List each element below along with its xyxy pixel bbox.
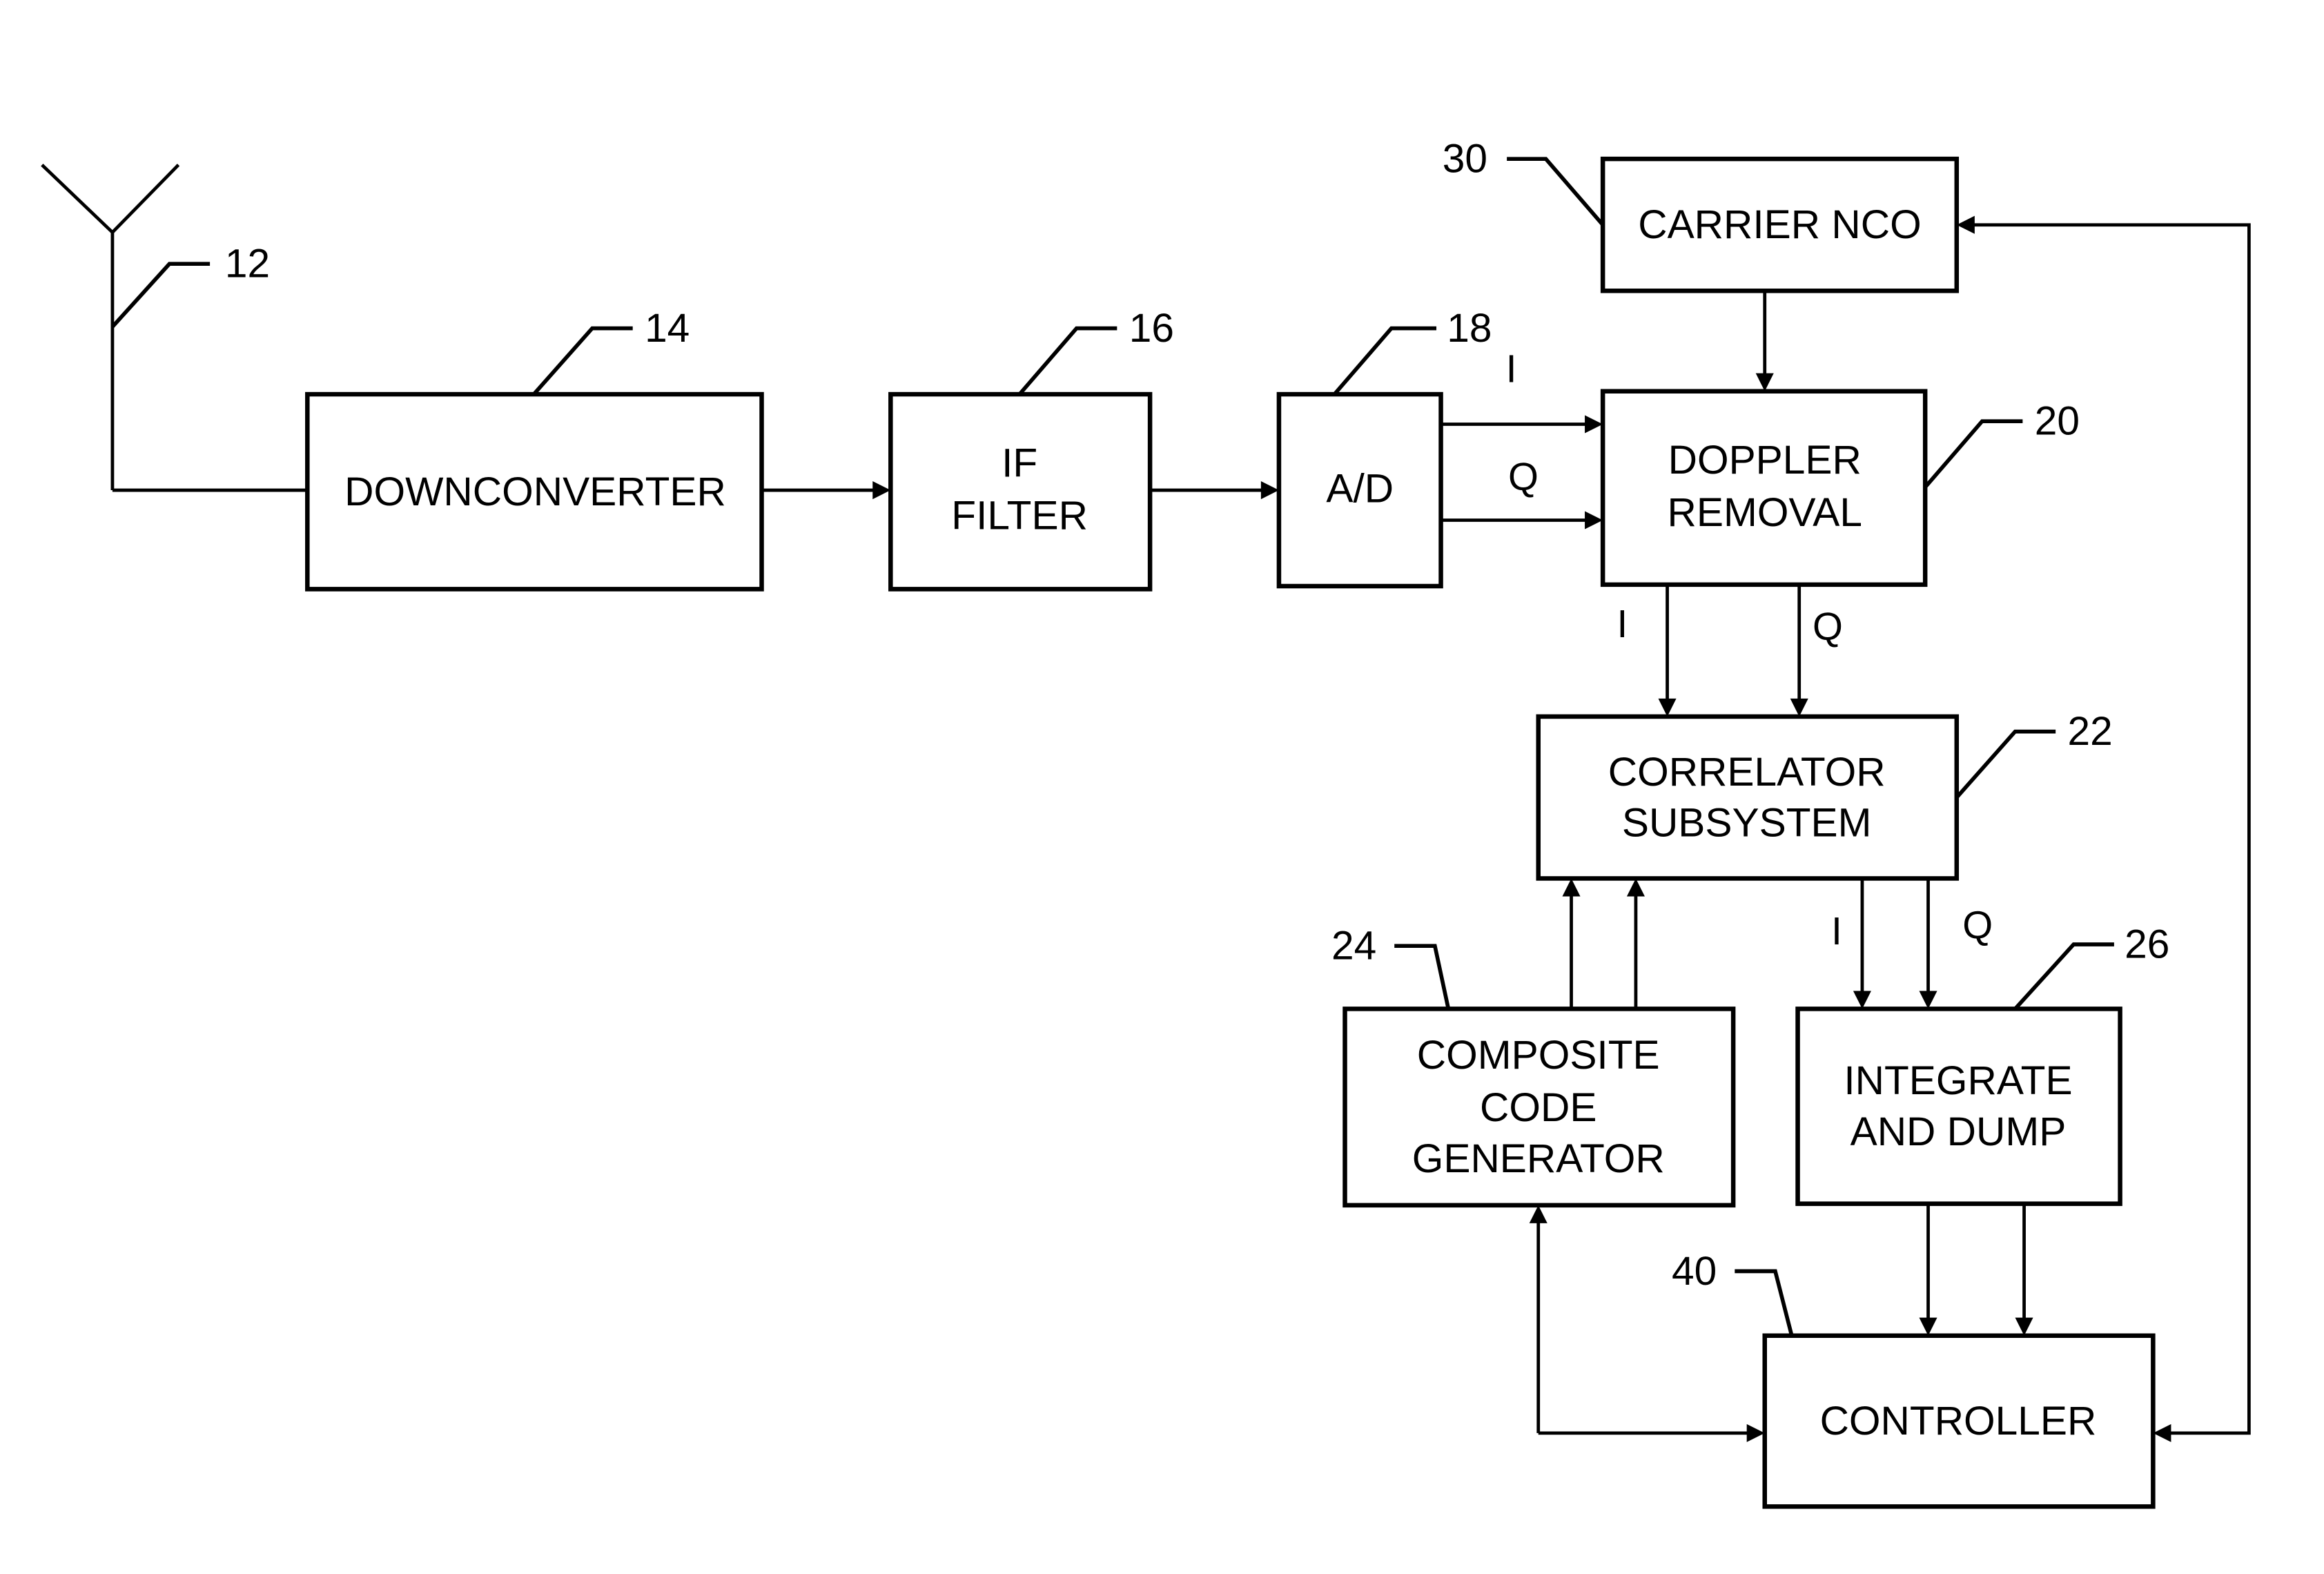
carrier-nco-label: CARRIER NCO: [1638, 202, 1921, 247]
arrow-head: [1746, 1424, 1765, 1442]
if-filter-label-line2: FILTER: [951, 494, 1088, 538]
code-gen-label-line2: CODE: [1480, 1085, 1596, 1130]
doppler-i-label: I: [1617, 602, 1628, 645]
ad-q-label: Q: [1508, 455, 1539, 498]
correlator-label-line2: SUBSYSTEM: [1622, 801, 1872, 846]
antenna-icon: [41, 164, 308, 492]
integrate-ref: 26: [2125, 922, 2169, 967]
arrow-head: [1919, 991, 1937, 1009]
carrier-nco-block: CARRIER NCO 30: [1443, 137, 1960, 293]
integrate-label-line1: INTEGRATE: [1844, 1058, 2072, 1103]
correlator-i-label: I: [1831, 909, 1842, 953]
doppler-ref: 20: [2035, 399, 2080, 444]
arrow-head: [872, 481, 891, 500]
block-diagram: 12 DOWNCONVERTER 14 IF FILTER 16 A/D 18 …: [41, 137, 2251, 1509]
doppler-label-line2: REMOVAL: [1668, 490, 1862, 535]
integrate-label-line2: AND DUMP: [1851, 1109, 2067, 1154]
arrow-head: [1956, 215, 1975, 234]
controller-nco-feedback-wire: [1973, 223, 2251, 1435]
antenna-ref-label: 12: [225, 242, 270, 286]
doppler-label-line1: DOPPLER: [1668, 438, 1862, 483]
arrow-head: [1260, 481, 1279, 500]
integrate-dump-block: INTEGRATE AND DUMP 26: [1795, 922, 2169, 1206]
correlator-block: CORRELATOR SUBSYSTEM 22: [1536, 709, 2113, 881]
ad-label: A/D: [1326, 466, 1394, 511]
code-gen-ref: 24: [1331, 924, 1376, 969]
arrow-head: [2153, 1424, 2171, 1442]
controller-label: CONTROLLER: [1820, 1399, 2097, 1444]
code-gen-label-line1: COMPOSITE: [1417, 1033, 1660, 1078]
if-filter-ref: 16: [1129, 306, 1174, 351]
arrow-head: [2015, 1317, 2033, 1336]
arrow-head: [1626, 878, 1645, 897]
arrow-head: [1529, 1205, 1547, 1223]
ad-block: A/D 18: [1276, 306, 1492, 589]
doppler-removal-block: DOPPLER REMOVAL 20: [1600, 389, 2080, 587]
if-filter-block: IF FILTER 16: [888, 306, 1174, 592]
ad-ref: 18: [1447, 306, 1492, 351]
controller-block: CONTROLLER 40: [1672, 1249, 2156, 1509]
controller-ref: 40: [1672, 1249, 1717, 1294]
downconverter-ref: 14: [645, 306, 690, 351]
doppler-q-label: Q: [1813, 605, 1843, 648]
carrier-nco-ref: 30: [1443, 137, 1487, 182]
arrow-head: [1585, 511, 1603, 529]
arrow-head: [1755, 373, 1774, 391]
ad-i-label: I: [1506, 347, 1517, 391]
arrow-head: [1585, 415, 1603, 434]
downconverter-block: DOWNCONVERTER 14: [305, 306, 764, 592]
arrow-head: [1658, 698, 1677, 717]
correlator-label-line1: CORRELATOR: [1608, 750, 1886, 795]
arrow-head: [1853, 991, 1871, 1009]
arrow-head: [1919, 1317, 1937, 1336]
arrow-head: [1562, 878, 1581, 897]
code-gen-label-line3: GENERATOR: [1412, 1136, 1665, 1181]
antenna-ref: 12: [110, 242, 270, 329]
arrow-head: [1790, 698, 1808, 717]
correlator-ref: 22: [2068, 709, 2113, 754]
code-generator-block: COMPOSITE CODE GENERATOR 24: [1331, 924, 1736, 1208]
downconverter-label: DOWNCONVERTER: [344, 469, 726, 514]
if-filter-label-line1: IF: [1002, 441, 1037, 486]
correlator-q-label: Q: [1962, 903, 1993, 946]
